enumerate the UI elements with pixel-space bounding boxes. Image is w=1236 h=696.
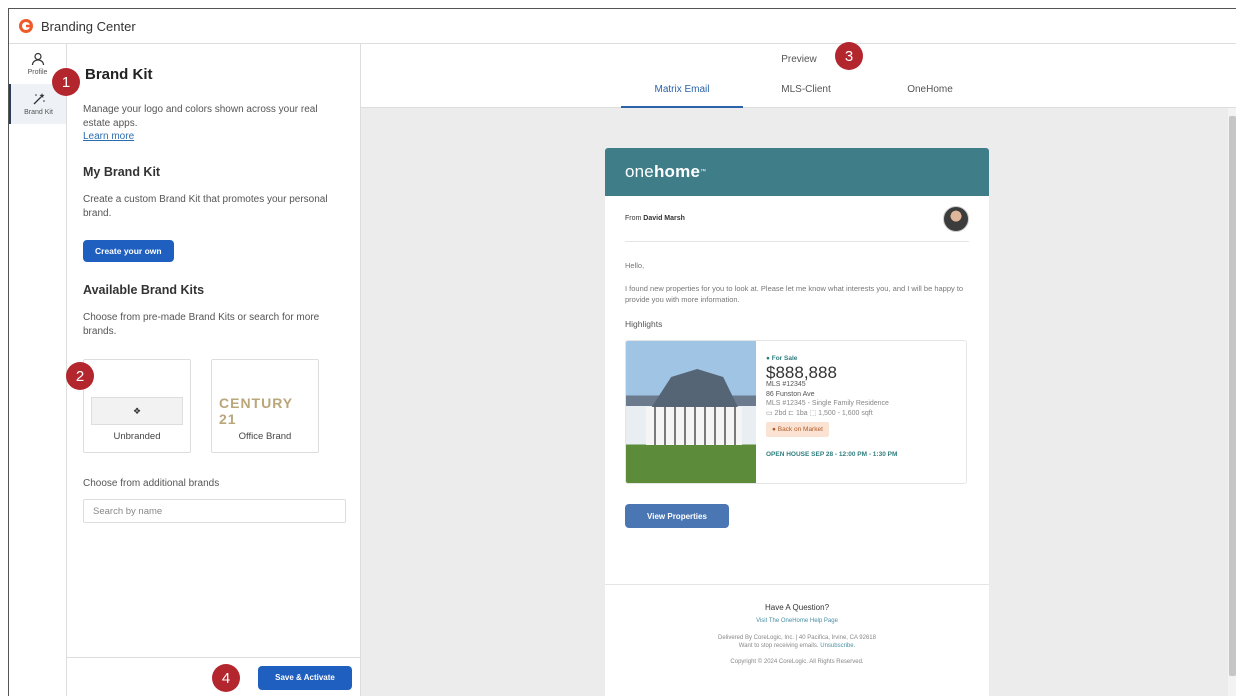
century21-logo: CENTURY 21 (219, 395, 293, 427)
brand-kit-name: Office Brand (238, 431, 292, 442)
save-activate-button[interactable]: Save & Activate (258, 665, 352, 690)
listing-price: $888,888 (766, 363, 837, 382)
open-house: OPEN HOUSE SEP 28 - 12:00 PM - 1:30 PM (766, 451, 898, 458)
footer-copyright: Copyright © 2024 CoreLogic. All Rights R… (730, 659, 864, 665)
unsubscribe-link[interactable]: Unsubscribe. (820, 643, 855, 649)
onehome-logo: one home ™ (605, 148, 989, 196)
my-brand-kit-description: Create a custom Brand Kit that promotes … (83, 194, 328, 219)
listing-card[interactable]: ● For Sale $888,888 MLS #12345 86 Funsto… (625, 340, 967, 484)
additional-brands-label: Choose from additional brands (83, 478, 220, 489)
preview-label: Preview (781, 54, 817, 65)
brand-text-bold: home (653, 162, 701, 181)
listing-specs: ▭ 2bd ⊏ 1ba ⬚ 1,500 - 1,600 sqft (766, 409, 873, 417)
app-logo-icon (19, 19, 33, 33)
step-marker-3: 3 (835, 42, 863, 70)
page-title: Brand Kit (85, 66, 153, 83)
brand-trademark: ™ (700, 169, 707, 175)
title-bar: Branding Center (9, 9, 1236, 44)
tab-onehome[interactable]: OneHome (869, 82, 991, 108)
user-icon (31, 52, 44, 66)
footer-delivered: Delivered By CoreLogic, Inc. | 40 Pacifi… (718, 635, 876, 641)
view-properties-button[interactable]: View Properties (625, 504, 729, 528)
panel-description: Manage your logo and colors shown across… (83, 104, 318, 129)
email-message: I found new properties for you to look a… (625, 284, 964, 304)
preview-area: Preview Matrix Email MLS-Client OneHome … (361, 44, 1236, 696)
learn-more-link[interactable]: Learn more (83, 131, 346, 142)
email-footer: Have A Question? Visit The OneHome Help … (605, 584, 989, 696)
email-body: Hello, I found new properties for you to… (605, 242, 989, 528)
step-marker-1: 1 (52, 68, 80, 96)
preview-header: Preview Matrix Email MLS-Client OneHome (361, 44, 1236, 108)
brand-kit-list: ❖ Unbranded CENTURY 21 Office Brand (83, 359, 346, 453)
rail-item-label: Profile (27, 69, 48, 76)
brand-kit-office-brand[interactable]: CENTURY 21 Office Brand (211, 359, 319, 453)
tab-mls-client[interactable]: MLS-Client (745, 82, 867, 108)
listing-detail: MLS #12345 - Single Family Residence (766, 400, 889, 407)
magic-wand-icon (33, 93, 45, 105)
available-brand-kits-heading: Available Brand Kits (83, 283, 205, 297)
email-sender-row: From David Marsh (625, 196, 969, 242)
available-brand-kits-description: Choose from pre-made Brand Kits or searc… (83, 312, 320, 337)
icon-rail: Profile Brand Kit (9, 44, 67, 696)
status-badge: ● Back on Market (766, 422, 829, 437)
step-marker-4: 4 (212, 664, 240, 692)
my-brand-kit-heading: My Brand Kit (83, 165, 161, 179)
unbranded-logo-icon: ❖ (91, 397, 183, 425)
email-greeting: Hello, (625, 261, 645, 270)
sender-name: David Marsh (643, 215, 685, 222)
rail-item-label: Brand Kit (24, 109, 53, 116)
footer-question: Have A Question? (764, 603, 830, 612)
create-your-own-button[interactable]: Create your own (83, 240, 174, 262)
highlights-heading: Highlights (625, 319, 663, 329)
avatar (943, 205, 969, 232)
brand-text-pre: one (625, 162, 654, 181)
preview-scrollbar[interactable] (1228, 108, 1236, 696)
tab-matrix-email[interactable]: Matrix Email (621, 82, 743, 108)
footer-stop: Want to stop receiving emails. Unsubscri… (605, 642, 989, 650)
email-preview: one home ™ From David Marsh Hello, I found… (605, 148, 989, 696)
app-title: Branding Center (41, 18, 136, 34)
listing-address: 86 Funston Ave (766, 390, 815, 398)
footer-stop-text: Want to stop receiving emails. (738, 643, 819, 649)
brand-kit-name: Unbranded (113, 431, 161, 442)
preview-tabs: Matrix Email MLS-Client OneHome (621, 82, 991, 108)
step-marker-2: 2 (66, 362, 94, 390)
brand-kit-panel: Brand Kit Manage your logo and colors sh… (67, 44, 361, 696)
brand-kit-unbranded[interactable]: ❖ Unbranded (83, 359, 191, 453)
from-label: From (625, 215, 642, 222)
listing-photo (626, 341, 756, 483)
listing-info: ● For Sale $888,888 MLS #12345 86 Funsto… (756, 341, 897, 483)
app-window: Branding Center Profile Brand Kit Brand … (8, 8, 1236, 696)
scrollbar-thumb[interactable] (1229, 116, 1236, 676)
brand-search-input[interactable] (83, 499, 346, 523)
help-link[interactable]: Visit The OneHome Help Page (605, 618, 989, 624)
